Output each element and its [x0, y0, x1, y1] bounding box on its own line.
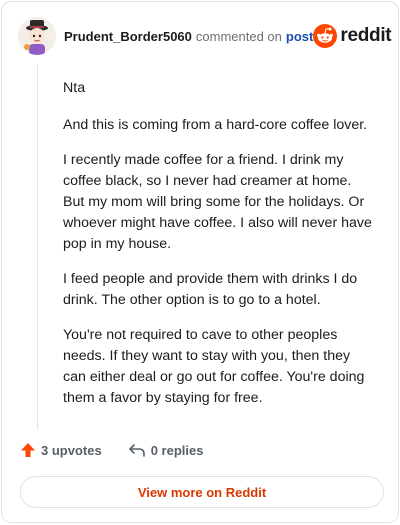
avatar-illustration [18, 17, 56, 55]
view-more-label: View more on Reddit [137, 484, 267, 500]
comment-paragraph: Nta [63, 80, 86, 96]
view-more-button[interactable]: View more on Reddit [20, 476, 384, 508]
reply-icon [128, 444, 145, 457]
avatar[interactable] [18, 17, 56, 55]
replies-button[interactable]: 0 replies [128, 442, 204, 458]
comment-meta: Prudent_Border5060 commented on post [64, 29, 313, 44]
post-link[interactable]: post [286, 29, 313, 44]
reddit-wordmark: reddit [340, 25, 392, 46]
comment-actions: 3 upvotes 0 replies [20, 442, 203, 458]
reddit-logo-icon [313, 24, 338, 48]
comment-card: Prudent_Border5060 commented on post red… [1, 1, 399, 523]
reddit-brand[interactable]: reddit [313, 24, 392, 48]
upvote-button[interactable]: 3 upvotes [20, 442, 102, 458]
username-link[interactable]: Prudent_Border5060 [64, 29, 192, 44]
comment-paragraph: You're not required to cave to other peo… [63, 327, 365, 406]
reply-count: 0 replies [150, 442, 204, 458]
upvote-icon [21, 443, 35, 457]
commented-on-text: commented on [195, 28, 282, 44]
comment-body: Nta And this is coming from a hard-core … [63, 78, 375, 423]
comment-paragraph: I feed people and provide them with drin… [63, 271, 358, 308]
comment-paragraph: I recently made coffee for a friend. I d… [63, 152, 372, 252]
comment-header: Prudent_Border5060 commented on post red… [18, 16, 392, 56]
thread-line [37, 64, 38, 430]
comment-paragraph: And this is coming from a hard-core coff… [63, 117, 368, 133]
upvote-count: 3 upvotes [41, 442, 102, 458]
